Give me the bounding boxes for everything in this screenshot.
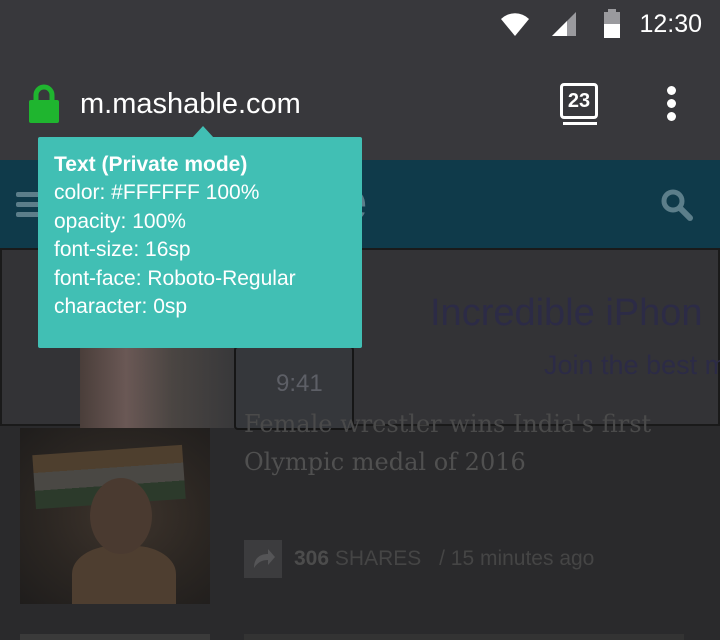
tooltip-line-color: color: #FFFFFF 100% — [54, 181, 260, 205]
wifi-icon — [500, 11, 530, 41]
tabs-button[interactable]: 23 — [559, 82, 601, 126]
tooltip-line-character: character: 0sp — [54, 295, 188, 319]
share-stats: 306 SHARES / 15 minutes ago — [294, 547, 594, 571]
hamburger-menu-icon[interactable] — [16, 192, 40, 217]
hamburger-line — [16, 192, 40, 197]
next-article-title — [244, 634, 684, 640]
search-icon[interactable] — [660, 188, 694, 226]
person-body-shape — [72, 546, 176, 604]
article-card[interactable]: Female wrestler wins India's first Olymp… — [0, 410, 720, 640]
article-title-line-1[interactable]: Female wrestler wins India's first — [244, 410, 651, 438]
lock-icon — [28, 84, 60, 128]
article-title-line-2[interactable]: Olympic medal of 2016 — [244, 448, 526, 476]
overflow-menu-dot — [667, 112, 676, 121]
hamburger-line — [16, 202, 40, 207]
ad-headline: Incredible iPhon — [430, 292, 703, 334]
cell-signal-icon — [551, 11, 577, 41]
ad-subline: Join the best m — [544, 350, 720, 380]
tab-count: 23 — [560, 83, 598, 119]
screen: 12:30 m.mashable.com 23 e — [0, 0, 720, 640]
tabs-icon — [563, 122, 597, 125]
url-bar-text[interactable]: m.mashable.com — [80, 88, 301, 121]
battery-icon — [602, 9, 622, 43]
overflow-menu-button[interactable] — [662, 86, 682, 122]
tooltip-line-opacity: opacity: 100% — [54, 209, 186, 233]
overflow-menu-icon — [667, 86, 676, 95]
shares-count: 306 — [294, 547, 330, 570]
text-style-tooltip: Text (Private mode) color: #FFFFFF 100% … — [38, 137, 362, 348]
tooltip-line-font-face: font-face: Roboto-Regular — [54, 266, 296, 290]
tooltip-title: Text (Private mode) — [54, 153, 248, 176]
person-face-shape — [90, 478, 152, 554]
tooltip-line-font-size: font-size: 16sp — [54, 238, 191, 262]
share-icon[interactable] — [244, 540, 282, 578]
article-thumbnail[interactable] — [20, 428, 210, 604]
ad-phone-time: 9:41 — [276, 370, 323, 397]
article-time-ago: / 15 minutes ago — [439, 547, 595, 570]
shares-label: SHARES — [334, 547, 422, 570]
next-article-thumbnail — [20, 634, 210, 640]
overflow-menu-dot — [667, 99, 676, 108]
status-bar: 12:30 — [0, 0, 720, 52]
status-clock: 12:30 — [639, 10, 702, 38]
hamburger-line — [16, 212, 40, 217]
ad-phone-image — [80, 348, 234, 428]
